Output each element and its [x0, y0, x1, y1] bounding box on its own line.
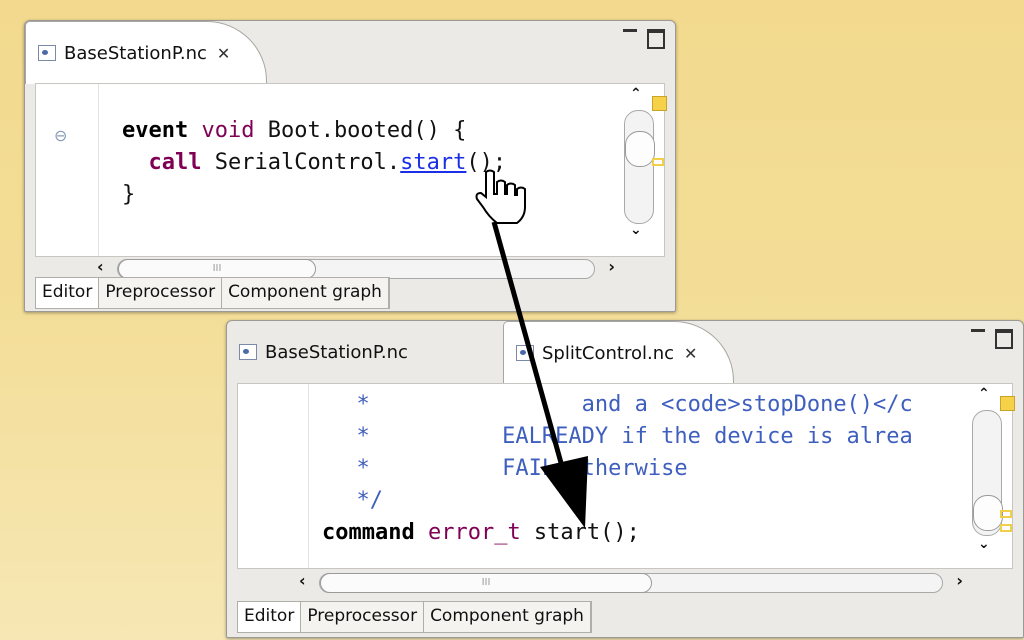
hand-cursor-icon — [475, 169, 526, 224]
annotation-overlay — [475, 169, 588, 528]
navigation-arrow — [491, 221, 588, 528]
